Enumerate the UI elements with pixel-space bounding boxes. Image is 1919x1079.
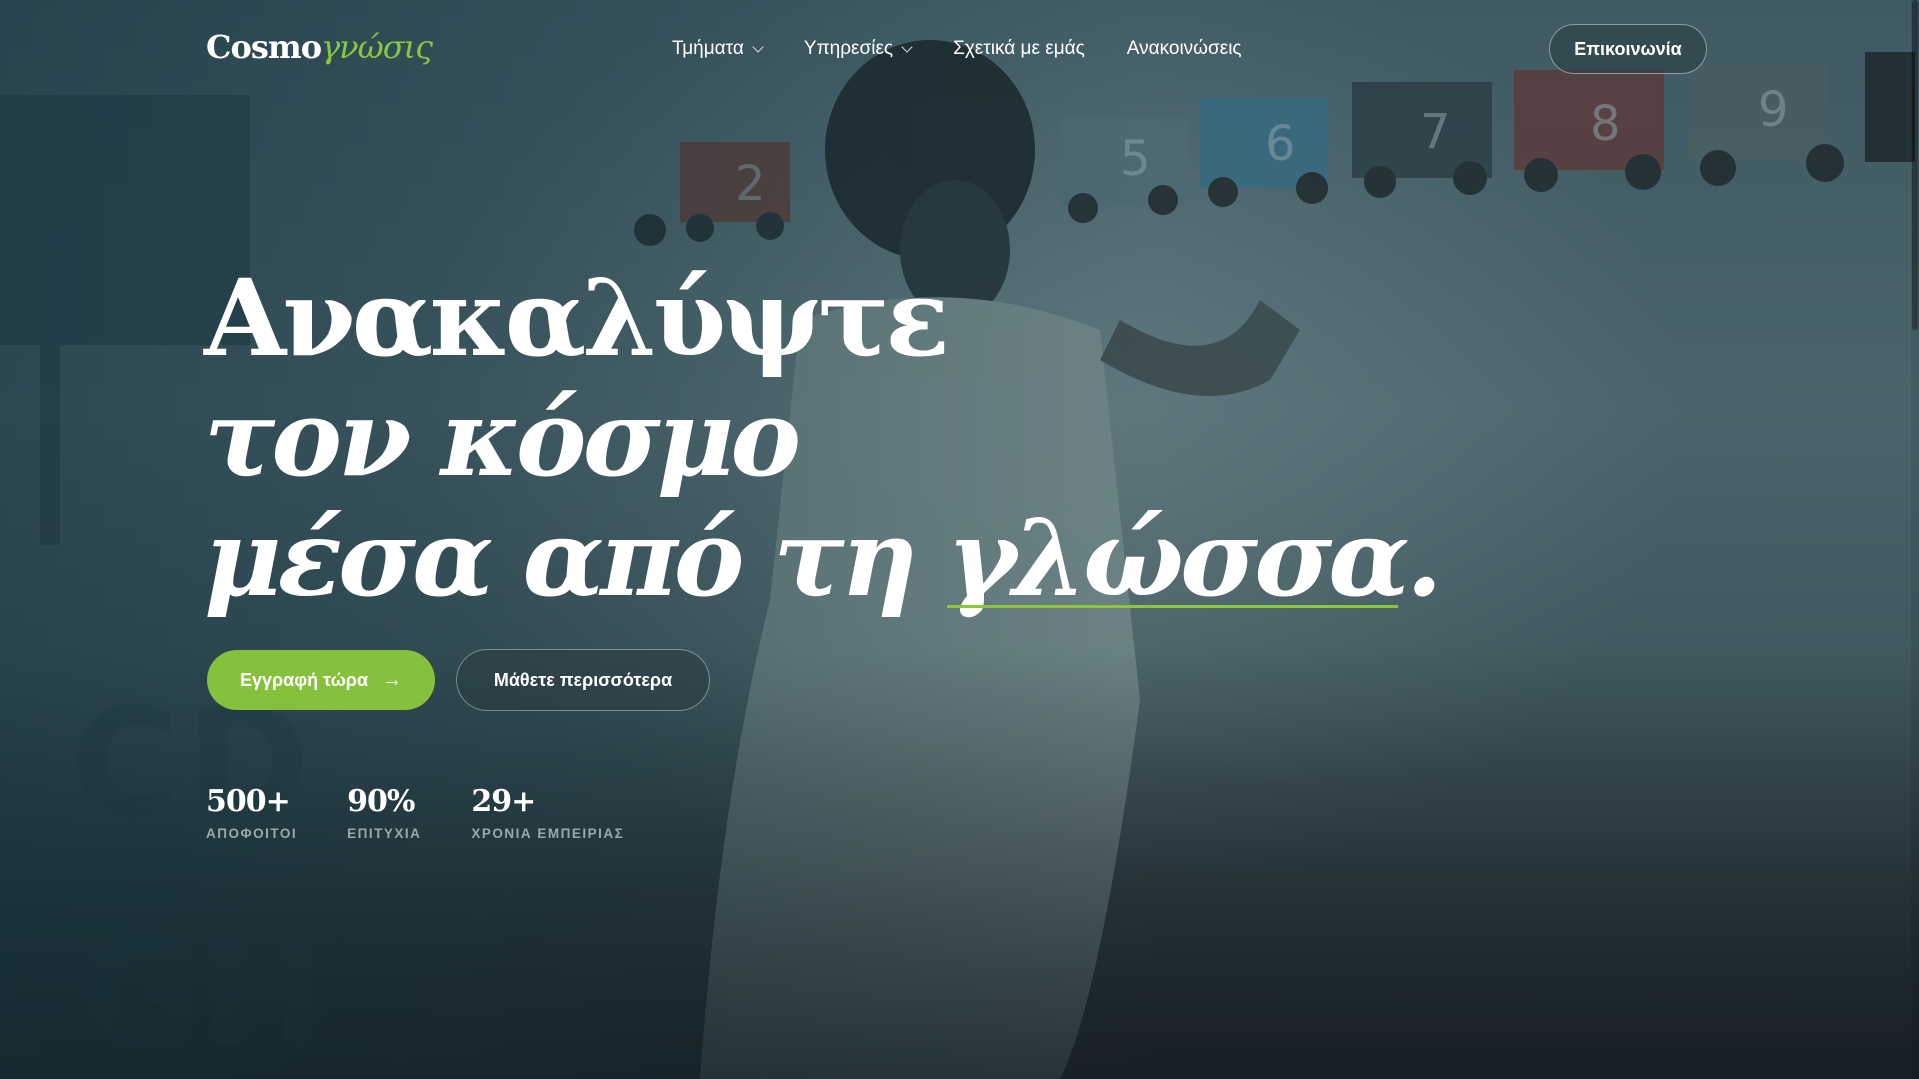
- stat-label: ΑΠΟΦΟΙΤΟΙ: [206, 826, 298, 841]
- nav-item-services[interactable]: Υπηρεσίες: [803, 38, 913, 60]
- stat-value: 90%: [347, 784, 415, 819]
- stat-label: ΕΠΙΤΥΧΙΑ: [347, 826, 422, 841]
- main-nav: Τμήματα Υπηρεσίες Σχετικά με εμάς Ανακοι…: [672, 38, 1284, 60]
- headline-highlight-word: γλώσσα: [946, 495, 1410, 620]
- arrow-right-icon: →: [382, 668, 403, 691]
- hero-headline: Ανακαλύψτε τον κόσμο μέσα από τη γλώσσα.: [204, 255, 1443, 620]
- nav-item-about[interactable]: Σχετικά με εμάς: [953, 38, 1085, 60]
- nav-item-announcements[interactable]: Ανακοινώσεις: [1127, 38, 1242, 60]
- stat-graduates: 500+ ΑΠΟΦΟΙΤΟΙ: [206, 784, 298, 842]
- nav-item-label: Ανακοινώσεις: [1126, 38, 1242, 59]
- chevron-down-icon: [752, 40, 764, 53]
- stats-row: 500+ ΑΠΟΦΟΙΤΟΙ 90% ΕΠΙΤΥΧΙΑ 29+ ΧΡΟΝΙΑ Ε…: [206, 784, 674, 842]
- site-logo[interactable]: Cosmoγνώσις: [206, 28, 433, 66]
- stat-success: 90% ΕΠΙΤΥΧΙΑ: [347, 784, 422, 842]
- learn-more-button[interactable]: Μάθετε περισσότερα: [456, 649, 710, 711]
- nav-item-label: Σχετικά με εμάς: [953, 38, 1085, 59]
- logo-main-text: Cosmo: [206, 28, 322, 66]
- stat-value: 500+: [206, 784, 291, 819]
- stat-label: ΧΡΟΝΙΑ ΕΜΠΕΙΡΙΑΣ: [471, 826, 625, 841]
- nav-item-label: Τμήματα: [672, 38, 744, 59]
- headline-line-3: μέσα από τη γλώσσα.: [204, 495, 1443, 620]
- headline-line-1: Ανακαλύψτε: [204, 255, 950, 380]
- headline-line-2: τον κόσμο: [204, 375, 801, 500]
- headline-line-3-prefix: μέσα από τη: [204, 495, 947, 620]
- hero-section: C D G H 256789 Cosmoγνώσις Τμήματα Υπηρε…: [0, 0, 1919, 1079]
- nav-item-departments[interactable]: Τμήματα: [672, 38, 764, 60]
- page-scrollbar-thumb[interactable]: [1912, 0, 1918, 330]
- chevron-down-icon: [901, 40, 913, 53]
- register-now-label: Εγγραφή τώρα: [239, 669, 369, 690]
- contact-button[interactable]: Επικοινωνία: [1549, 24, 1707, 74]
- headline-line-3-suffix: .: [1405, 495, 1443, 620]
- register-now-button[interactable]: Εγγραφή τώρα →: [207, 650, 435, 710]
- stat-value: 29+: [471, 784, 536, 819]
- nav-item-label: Υπηρεσίες: [803, 38, 894, 59]
- stat-experience: 29+ ΧΡΟΝΙΑ ΕΜΠΕΙΡΙΑΣ: [471, 784, 625, 842]
- logo-accent-text: γνώσις: [321, 28, 433, 66]
